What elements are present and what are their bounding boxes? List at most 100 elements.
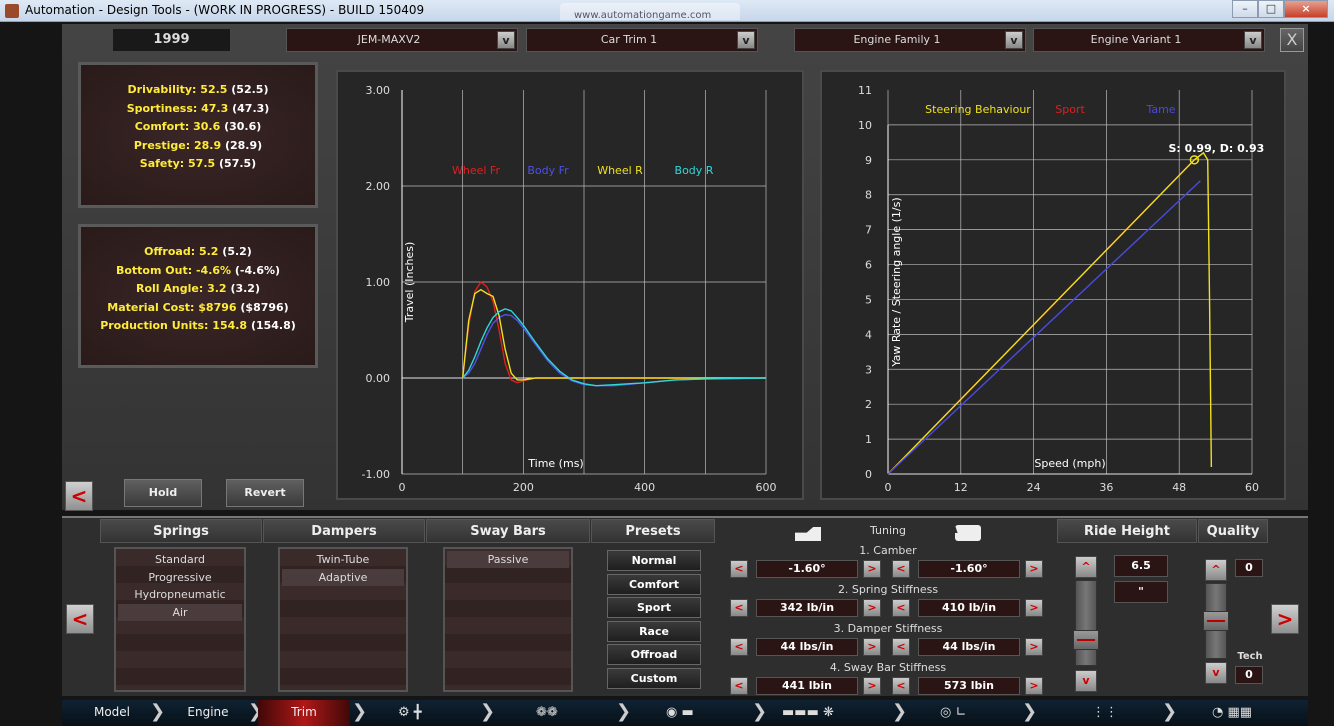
series-line-wheel-fr [461, 280, 766, 384]
rear-decrease-button[interactable]: < [892, 638, 910, 656]
list-item[interactable]: Adaptive [282, 568, 404, 586]
year-display: 1999 [113, 29, 230, 51]
preset-offroad-button[interactable]: Offroad [607, 644, 701, 665]
series-line-wheel-r [461, 288, 766, 381]
nav-trim[interactable]: Trim [258, 700, 350, 726]
ride-height-slider-track[interactable] [1075, 580, 1097, 666]
next-page-arrow[interactable]: > [1271, 604, 1299, 634]
list-item[interactable]: Hydropneumatic [118, 586, 242, 603]
suspension-travel-chart: 0 200 400 600 -1.00 0.00 1.00 2.00 3.00 Time (ms)… [362, 84, 777, 494]
front-increase-button[interactable]: > [863, 638, 881, 656]
brakes-icon[interactable]: ◉ ▬ [666, 704, 694, 722]
stat-value: 47.3 [201, 101, 229, 115]
x-tick-label: 60 [1245, 481, 1259, 494]
stat-previous-value: (3.2) [230, 282, 260, 295]
preset-comfort-button[interactable]: Comfort [607, 573, 701, 595]
nav-model[interactable]: Model [62, 700, 162, 726]
x-tick-label: 600 [756, 481, 777, 494]
gearbox-icon[interactable]: ⚙ ╋ [398, 704, 422, 722]
minimize-icon[interactable]: – [1232, 0, 1258, 18]
engine-variant-dropdown[interactable]: Engine Variant 1 v [1033, 28, 1265, 52]
rear-increase-button[interactable]: > [1025, 560, 1043, 578]
legend-entry: Wheel R [597, 164, 643, 177]
trim-dropdown[interactable]: Car Trim 1 v [526, 28, 758, 52]
ride-height-slider-thumb[interactable] [1073, 629, 1099, 650]
list-item[interactable]: Progressive [118, 569, 242, 586]
preset-race-button[interactable]: Race [607, 620, 701, 642]
tuning-row-label: 1. Camber [859, 544, 917, 557]
suspension-icon[interactable]: ⋮⋮ [1092, 704, 1118, 722]
rear-decrease-button[interactable]: < [892, 677, 910, 695]
interior-icon[interactable]: ◎ ∟ [940, 704, 966, 722]
close-icon[interactable]: X [1280, 28, 1304, 52]
rear-decrease-button[interactable]: < [892, 560, 910, 578]
rear-decrease-button[interactable]: < [892, 599, 910, 617]
front-decrease-button[interactable]: < [730, 638, 748, 656]
engine-family-dropdown-value: Engine Family 1 [853, 33, 941, 46]
y-tick-label: 7 [865, 224, 872, 237]
revert-button[interactable]: Revert [226, 479, 304, 507]
chevron-down-icon[interactable]: v [1244, 31, 1262, 49]
hold-button[interactable]: Hold [124, 479, 202, 507]
stats-panel-details: Offroad: 5.2 (5.2) Bottom Out: -4.6% (-4.… [78, 224, 318, 368]
background-browser-tab: www.automationgame.com [560, 3, 740, 21]
rear-value: 573 lbin [918, 677, 1020, 695]
nav-separator: ❯ [150, 701, 166, 722]
quality-slider-thumb[interactable] [1203, 611, 1229, 631]
window-close-icon[interactable]: × [1284, 0, 1328, 18]
left-arrow-button[interactable]: < [65, 481, 93, 511]
series-line-body-fr [462, 313, 767, 387]
engine-variant-dropdown-value: Engine Variant 1 [1090, 33, 1182, 46]
engine-family-dropdown[interactable]: Engine Family 1 v [794, 28, 1026, 52]
y-tick-label: 0 [865, 468, 872, 481]
quality-up-button[interactable]: ^ [1205, 559, 1227, 581]
body-icon[interactable]: ▬▬▬ ❋ [782, 704, 834, 722]
prev-page-arrow[interactable]: < [66, 604, 94, 634]
list-item[interactable]: Passive [447, 551, 569, 568]
tech-label: Tech [1237, 651, 1263, 662]
preset-normal-button[interactable]: Normal [607, 550, 701, 571]
legend-entry: Body Fr [527, 164, 569, 177]
list-item[interactable]: Air [118, 603, 242, 621]
chart-grid [401, 90, 767, 475]
list-item[interactable]: Standard [118, 551, 242, 568]
model-dropdown[interactable]: JEM-MAXV2 v [286, 28, 518, 52]
maximize-icon[interactable]: □ [1258, 0, 1284, 18]
rear-value: 410 lb/in [918, 599, 1020, 617]
front-increase-button[interactable]: > [863, 677, 881, 695]
rear-increase-button[interactable]: > [1025, 677, 1043, 695]
ride-height-up-button[interactable]: ^ [1075, 556, 1097, 578]
rear-increase-button[interactable]: > [1025, 599, 1043, 617]
app-window: Automation - Design Tools - (WORK IN PRO… [0, 0, 1334, 726]
stat-line: Roll Angle: 3.2 (3.2) [81, 282, 315, 295]
rear-increase-button[interactable]: > [1025, 638, 1043, 656]
chevron-down-icon[interactable]: v [497, 31, 515, 49]
x-tick-label: 24 [1027, 481, 1041, 494]
front-decrease-button[interactable]: < [730, 560, 748, 578]
tuning-row-label: 4. Sway Bar Stiffness [829, 661, 947, 674]
stat-previous-value: (5.2) [222, 245, 252, 258]
nav-engine[interactable]: Engine [162, 700, 254, 726]
x-tick-label: 400 [634, 481, 655, 494]
preset-custom-button[interactable]: Custom [607, 667, 701, 689]
ride-height-down-button[interactable]: v [1075, 670, 1097, 692]
y-tick-label: 5 [865, 293, 872, 306]
dampers-header: Dampers [263, 519, 425, 543]
window-title: Automation - Design Tools - (WORK IN PRO… [25, 3, 425, 17]
model-dropdown-value: JEM-MAXV2 [357, 33, 421, 46]
front-increase-button[interactable]: > [863, 599, 881, 617]
wheels-icon[interactable]: ❁❁ [536, 704, 558, 722]
test-track-icon[interactable]: ◔ ▦▦ [1212, 704, 1252, 722]
preset-sport-button[interactable]: Sport [607, 597, 701, 618]
chevron-down-icon[interactable]: v [1005, 31, 1023, 49]
chevron-down-icon[interactable]: v [737, 31, 755, 49]
stat-value: $8796 [198, 300, 237, 314]
stats-panel-ratings: Drivability: 52.5 (52.5) Sportiness: 47.3… [78, 62, 318, 208]
stat-value: 154.8 [212, 319, 248, 332]
rear-car-icon [955, 525, 981, 541]
front-increase-button[interactable]: > [863, 560, 881, 578]
front-decrease-button[interactable]: < [730, 677, 748, 695]
front-decrease-button[interactable]: < [730, 599, 748, 617]
quality-down-button[interactable]: v [1205, 662, 1227, 684]
list-item[interactable]: Twin-Tube [282, 551, 404, 568]
